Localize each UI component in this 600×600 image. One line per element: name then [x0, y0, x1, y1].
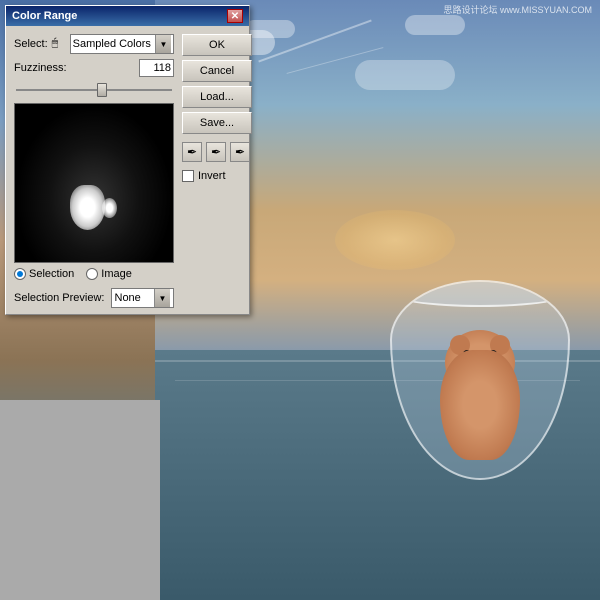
cloud: [245, 20, 295, 38]
image-radio[interactable]: Image: [86, 268, 132, 280]
dialog-body: Select: 🖱 Sampled Colors ▼ Fuzziness: 11…: [6, 26, 249, 314]
fuzziness-row: Fuzziness: 118: [14, 59, 174, 77]
watermark: 思路设计论坛 www.MISSYUAN.COM: [443, 3, 592, 16]
slider-track: [16, 89, 172, 91]
eyedropper-row: ✒ ✒ ✒: [182, 142, 252, 162]
selection-preview-label: Selection Preview:: [14, 292, 105, 304]
image-radio-label: Image: [101, 268, 132, 280]
select-row: Select: 🖱 Sampled Colors ▼: [14, 34, 174, 54]
radio-row: Selection Image: [14, 268, 174, 280]
color-range-dialog: Color Range ✕ Select: 🖱 Sampled Colors ▼: [5, 5, 250, 315]
cloud: [355, 60, 455, 90]
dialog-titlebar: Color Range ✕: [6, 6, 249, 26]
cloud: [405, 15, 465, 35]
invert-label: Invert: [198, 170, 226, 182]
selection-radio[interactable]: Selection: [14, 268, 74, 280]
fuzziness-slider[interactable]: [16, 82, 172, 98]
dialog-right: OK Cancel Load... Save... ✒ ✒ ✒ Invert: [182, 34, 252, 308]
close-icon: ✕: [231, 11, 239, 22]
eyedropper-add-button[interactable]: ✒: [182, 142, 202, 162]
save-button[interactable]: Save...: [182, 112, 252, 134]
eyedropper-subtract-button[interactable]: ✒: [230, 142, 250, 162]
bowl-rim: [390, 280, 570, 307]
selection-radio-label: Selection: [29, 268, 74, 280]
select-dropdown[interactable]: Sampled Colors ▼: [70, 34, 174, 54]
close-button[interactable]: ✕: [227, 9, 243, 23]
bottom-row: Selection Preview: None ▼: [14, 288, 174, 308]
hamster-container: [380, 200, 580, 480]
invert-row: Invert: [182, 170, 252, 182]
hamster: [430, 330, 530, 460]
dialog-main: Select: 🖱 Sampled Colors ▼ Fuzziness: 11…: [14, 34, 241, 308]
gray-area: [0, 400, 160, 600]
eyedropper-small-icon: 🖱: [52, 37, 66, 51]
fuzziness-value[interactable]: 118: [139, 59, 174, 77]
image-radio-circle[interactable]: [86, 268, 98, 280]
dialog-left: Select: 🖱 Sampled Colors ▼ Fuzziness: 11…: [14, 34, 174, 308]
ok-button[interactable]: OK: [182, 34, 252, 56]
fuzziness-label: Fuzziness:: [14, 62, 67, 74]
select-label: Select:: [14, 38, 48, 50]
hamster-body: [440, 350, 520, 460]
selection-preview-value: None: [115, 292, 141, 304]
select-value: Sampled Colors: [73, 38, 151, 50]
preview-bg: [15, 104, 173, 262]
selection-preview-dropdown[interactable]: None ▼: [111, 288, 175, 308]
eyedropper-normal-button[interactable]: ✒: [206, 142, 226, 162]
preview-dropdown-arrow[interactable]: ▼: [154, 289, 170, 307]
dialog-title: Color Range: [12, 10, 77, 22]
preview-selection-dot: [102, 198, 117, 218]
invert-checkbox[interactable]: [182, 170, 194, 182]
preview-inner: [15, 104, 173, 262]
select-dropdown-arrow[interactable]: ▼: [155, 35, 171, 53]
selection-radio-circle[interactable]: [14, 268, 26, 280]
load-button[interactable]: Load...: [182, 86, 252, 108]
slider-thumb[interactable]: [97, 83, 107, 97]
cancel-button[interactable]: Cancel: [182, 60, 252, 82]
preview-image: [14, 103, 174, 263]
